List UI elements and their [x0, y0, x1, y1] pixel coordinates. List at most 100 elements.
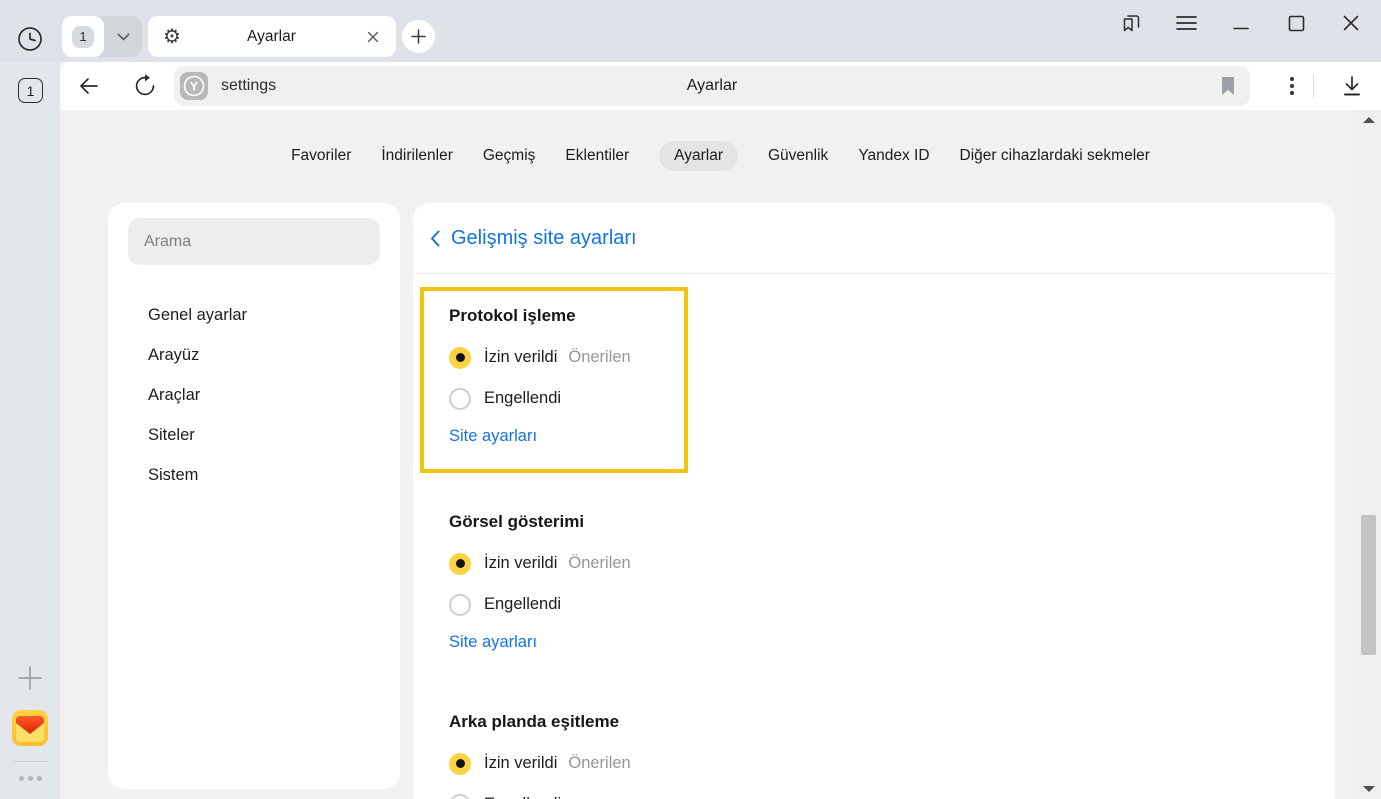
sidebar-item-genel-ayarlar[interactable]: Genel ayarlar: [128, 295, 380, 335]
download-icon: [1339, 73, 1365, 99]
recommended-label: Önerilen: [568, 554, 630, 573]
close-window-button[interactable]: [1336, 8, 1366, 38]
search-input[interactable]: [128, 233, 380, 251]
plus-icon: [18, 666, 42, 690]
settings-main-panel: Gelişmiş site ayarları Protokol işleme İ…: [413, 203, 1335, 799]
dot: [19, 776, 24, 781]
minimize-button[interactable]: [1226, 8, 1256, 38]
reload-icon: [132, 73, 158, 99]
bookmarks-panel-button[interactable]: [1116, 8, 1146, 38]
tab-group-button[interactable]: 1: [62, 16, 104, 57]
radio-row-allowed[interactable]: İzin verildi Önerilen: [449, 337, 684, 378]
browser-side-rail: 1: [0, 62, 60, 799]
close-icon: [1343, 15, 1359, 31]
radio-label: İzin verildi: [484, 348, 557, 367]
sidebar-item-siteler[interactable]: Siteler: [128, 415, 380, 455]
sidebar-item-araclar[interactable]: Araçlar: [128, 375, 380, 415]
new-tab-button[interactable]: [402, 20, 435, 53]
radio-checked-icon[interactable]: [449, 753, 471, 775]
browser-menu-button[interactable]: [1171, 8, 1201, 38]
scroll-down-arrow-icon[interactable]: [1363, 786, 1375, 792]
nav-tab-yandex-id[interactable]: Yandex ID: [858, 141, 929, 171]
tab-close-icon[interactable]: [362, 26, 384, 48]
radio-unchecked-icon[interactable]: [449, 594, 471, 616]
nav-tab-indirilenler[interactable]: İndirilenler: [381, 141, 453, 171]
maximize-button[interactable]: [1281, 8, 1311, 38]
downloads-button[interactable]: [1336, 70, 1368, 102]
section-title: Protokol işleme: [449, 305, 684, 327]
section-title: Arka planda eşitleme: [449, 711, 1335, 733]
dot: [37, 776, 42, 781]
page-title: Ayarlar: [174, 77, 1250, 95]
reload-button[interactable]: [129, 70, 161, 102]
recommended-label: Önerilen: [568, 754, 630, 773]
sidebar-menu: Genel ayarlar Arayüz Araçlar Siteler Sis…: [128, 295, 380, 495]
radio-label: Engellendi: [484, 595, 561, 614]
yandex-mail-button[interactable]: [12, 710, 48, 746]
settings-sidebar: Genel ayarlar Arayüz Araçlar Siteler Sis…: [108, 203, 400, 789]
arrow-left-icon: [76, 73, 102, 99]
advanced-site-settings-back[interactable]: Gelişmiş site ayarları: [413, 203, 1335, 274]
nav-tab-guvenlik[interactable]: Güvenlik: [768, 141, 828, 171]
site-settings-link[interactable]: Site ayarları: [449, 631, 537, 653]
address-toolbar: Y settings Ayarlar: [60, 62, 1381, 110]
tab-group-control[interactable]: 1: [62, 16, 142, 57]
radio-row-allowed[interactable]: İzin verildi Önerilen: [449, 543, 1335, 584]
radio-label: Engellendi: [484, 389, 561, 408]
sidebar-item-sistem[interactable]: Sistem: [128, 455, 380, 495]
plus-icon: [411, 29, 426, 44]
yandex-mail-icon: [12, 710, 48, 746]
scroll-up-arrow-icon[interactable]: [1363, 117, 1375, 123]
nav-tab-diger-cihazlar[interactable]: Diğer cihazlardaki sekmeler: [960, 141, 1150, 171]
settings-page: Favoriler İndirilenler Geçmiş Eklentiler…: [60, 110, 1381, 799]
maximize-icon: [1288, 15, 1305, 32]
radio-row-blocked[interactable]: Engellendi: [449, 584, 1335, 625]
url-bar[interactable]: Y settings Ayarlar: [174, 66, 1250, 106]
rail-divider: [12, 761, 48, 762]
toolbar-more-button[interactable]: [1276, 70, 1308, 102]
history-clock-icon[interactable]: [16, 25, 44, 53]
scrollbar-thumb[interactable]: [1361, 515, 1376, 655]
nav-tab-eklentiler[interactable]: Eklentiler: [565, 141, 629, 171]
radio-row-blocked[interactable]: Engellendi: [449, 378, 684, 419]
section-gorsel-gosterimi: Görsel gösterimi İzin verildi Önerilen E…: [449, 511, 1335, 653]
bookmarks-stack-icon: [1119, 11, 1143, 35]
dot: [28, 776, 33, 781]
yandex-site-icon: Y: [180, 72, 208, 100]
svg-text:Y: Y: [190, 80, 198, 94]
radio-checked-icon[interactable]: [449, 347, 471, 369]
nav-tab-ayarlar[interactable]: Ayarlar: [659, 141, 738, 171]
page-scrollbar[interactable]: [1356, 110, 1381, 799]
site-settings-link[interactable]: Site ayarları: [449, 425, 537, 447]
workspace-number-button[interactable]: 1: [18, 78, 43, 103]
chevron-down-icon: [117, 33, 130, 41]
radio-row-blocked[interactable]: Engellendi: [449, 784, 1335, 799]
page-heading: Gelişmiş site ayarları: [451, 227, 637, 250]
rail-more-button[interactable]: [14, 772, 46, 784]
radio-unchecked-icon[interactable]: [449, 794, 471, 799]
back-button[interactable]: [73, 70, 105, 102]
nav-tab-favoriler[interactable]: Favoriler: [291, 141, 351, 171]
toolbar-divider: [1313, 74, 1314, 98]
sidebar-item-arayuz[interactable]: Arayüz: [128, 335, 380, 375]
kebab-menu-icon: [1290, 77, 1294, 95]
radio-checked-icon[interactable]: [449, 553, 471, 575]
bookmark-flag-icon[interactable]: [1220, 76, 1236, 96]
minimize-icon: [1233, 15, 1249, 31]
gear-icon: ⚙: [163, 27, 181, 47]
radio-label: Engellendi: [484, 795, 561, 799]
browser-tab-settings[interactable]: ⚙ Ayarlar: [148, 16, 396, 57]
radio-unchecked-icon[interactable]: [449, 388, 471, 410]
chevron-left-icon: [430, 230, 440, 247]
section-title: Görsel gösterimi: [449, 511, 1335, 533]
browser-top-bar: 1 ⚙ Ayarlar: [0, 0, 1381, 62]
rail-add-button[interactable]: [18, 666, 42, 690]
radio-label: İzin verildi: [484, 754, 557, 773]
recommended-label: Önerilen: [568, 348, 630, 367]
tab-title: Ayarlar: [181, 28, 362, 46]
hamburger-menu-icon: [1176, 15, 1197, 31]
radio-row-allowed[interactable]: İzin verildi Önerilen: [449, 743, 1335, 784]
sidebar-search[interactable]: [128, 218, 380, 265]
tab-group-count-badge: 1: [72, 26, 94, 48]
nav-tab-gecmis[interactable]: Geçmiş: [483, 141, 536, 171]
